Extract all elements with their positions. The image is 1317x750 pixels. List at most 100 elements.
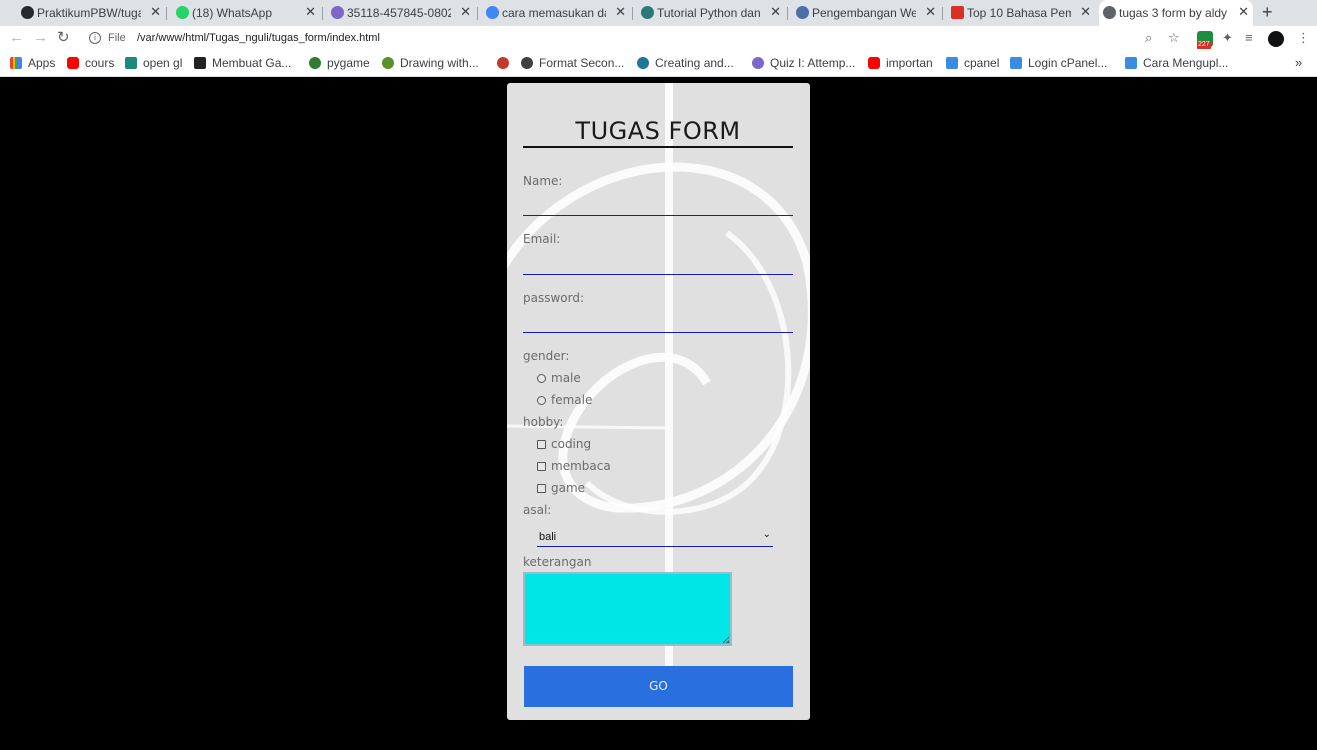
bookmark-cpanel[interactable]: cpanel — [946, 56, 999, 70]
tab-praktikum[interactable]: PraktikumPBW/tuga ✕ — [17, 0, 165, 26]
bookmark-apps[interactable]: Apps — [10, 56, 55, 70]
url-text[interactable]: /var/www/html/Tugas_nguli/tugas_form/ind… — [137, 32, 380, 44]
go-submit-button[interactable]: GO — [524, 666, 793, 707]
back-arrow-icon[interactable]: ← — [9, 30, 24, 46]
asal-select[interactable]: bali ⌄ — [537, 529, 773, 547]
bookmark-login-cpanel[interactable]: Login cPanel... — [1010, 56, 1107, 70]
zoom-icon[interactable]: ⌕ — [1145, 30, 1152, 46]
bookmark-drawing-with[interactable]: Drawing with... — [382, 56, 479, 70]
keterangan-textarea[interactable] — [523, 572, 732, 646]
checkbox[interactable] — [537, 484, 546, 493]
keterangan-label: keterangan — [523, 555, 592, 569]
bookmark-pygame[interactable]: pygame — [309, 56, 370, 70]
tab-label: PraktikumPBW/tuga — [37, 6, 141, 20]
menu-kebab-icon[interactable]: ⋮ — [1297, 31, 1310, 45]
close-icon[interactable]: ✕ — [1238, 5, 1249, 19]
bookmark-label: pygame — [327, 56, 370, 70]
tab-label: Tutorial Python dan — [657, 6, 761, 20]
tab-divider — [166, 7, 167, 20]
page-title: TUGAS FORM — [575, 117, 741, 145]
checkbox[interactable] — [537, 462, 546, 471]
forward-arrow-icon[interactable]: → — [33, 30, 48, 46]
address-bar[interactable]: i File /var/www/html/Tugas_nguli/tugas_f… — [83, 28, 1163, 50]
tab-google-search[interactable]: cara memasukan dat ✕ — [482, 0, 630, 26]
asal-selected-value: bali — [539, 531, 557, 543]
password-label: password: — [523, 291, 585, 305]
password-input[interactable] — [523, 314, 793, 333]
close-icon[interactable]: ✕ — [615, 5, 626, 19]
email-label: Email: — [523, 232, 561, 246]
tab-tutorial-python[interactable]: Tutorial Python dan ✕ — [637, 0, 785, 26]
bookmark-membuat-game[interactable]: Membuat Ga... — [194, 56, 291, 70]
resize-handle-icon[interactable] — [723, 637, 729, 643]
hobby-option-label: membaca — [551, 459, 611, 473]
site-icon — [796, 6, 809, 19]
radio-button[interactable] — [537, 374, 546, 383]
name-input[interactable] — [523, 197, 793, 216]
tab-label: Top 10 Bahasa Pemr — [967, 6, 1071, 20]
close-icon[interactable]: ✕ — [460, 5, 471, 19]
bookmark-label: cours — [85, 56, 115, 70]
page-viewport: TUGAS FORM Name: Email: password: gender… — [0, 77, 1317, 750]
tab-label: tugas 3 form by aldy — [1119, 6, 1227, 20]
extension-badge-count: 227 — [1197, 41, 1211, 49]
radio-button[interactable] — [537, 396, 546, 405]
wordpress-icon — [637, 57, 649, 69]
bookmark-label: Quiz I: Attemp... — [770, 56, 856, 70]
media-queue-icon[interactable]: ≡ — [1245, 31, 1253, 45]
bookmark-label: Cara Mengupl... — [1143, 56, 1229, 70]
info-icon[interactable]: i — [89, 32, 101, 44]
site-icon — [125, 57, 137, 69]
close-icon[interactable]: ✕ — [150, 5, 161, 19]
close-icon[interactable]: ✕ — [925, 5, 936, 19]
puzzle-extensions-icon[interactable]: ✦ — [1222, 31, 1233, 45]
checkbox[interactable] — [537, 440, 546, 449]
close-icon[interactable]: ✕ — [770, 5, 781, 19]
tab-divider — [632, 7, 633, 20]
apps-grid-icon — [10, 57, 22, 69]
bookmarks-bar: Apps cours open gl Membuat Ga... pygame … — [0, 52, 1317, 77]
bookmark-label: open gl — [143, 56, 183, 70]
star-bookmark-icon[interactable]: ☆ — [1168, 31, 1180, 45]
globe-icon — [521, 57, 533, 69]
tab-divider — [477, 7, 478, 20]
close-icon[interactable]: ✕ — [1080, 5, 1091, 19]
reload-icon[interactable]: ↻ — [57, 30, 70, 46]
bookmark-importan[interactable]: importan — [868, 56, 933, 70]
bookmark-open-gl[interactable]: open gl — [125, 56, 182, 70]
tab-pengembangan-web[interactable]: Pengembangan Web ✕ — [792, 0, 940, 26]
new-tab-button[interactable]: + — [1262, 3, 1273, 21]
extension-badge-icon[interactable]: 227 — [1197, 31, 1213, 49]
site-icon — [309, 57, 321, 69]
bookmark-cours[interactable]: cours — [67, 56, 114, 70]
scheme-label: File — [108, 32, 126, 44]
bookmark-format-second[interactable]: Format Secon... — [521, 56, 624, 70]
whatsapp-icon — [176, 6, 189, 19]
bookmark-label: importan — [886, 56, 933, 70]
tab-tugas-form[interactable]: tugas 3 form by aldy ✕ — [1099, 0, 1253, 26]
home-icon — [946, 57, 958, 69]
tab-divider — [322, 7, 323, 20]
close-icon[interactable]: ✕ — [305, 5, 316, 19]
site-icon — [194, 57, 206, 69]
bookmark-label: Membuat Ga... — [212, 56, 292, 70]
bookmarks-overflow-icon[interactable]: » — [1295, 55, 1302, 70]
home-icon — [1010, 57, 1022, 69]
site-icon — [951, 6, 964, 19]
tab-quiz-file[interactable]: 35118-457845-08020 ✕ — [327, 0, 475, 26]
hobby-option-label: coding — [551, 437, 592, 451]
bookmark-creating-and[interactable]: Creating and... — [637, 56, 734, 70]
browser-toolbar: ← → ↻ i File /var/www/html/Tugas_nguli/t… — [0, 26, 1317, 52]
tab-top-10-bahasa[interactable]: Top 10 Bahasa Pemr ✕ — [947, 0, 1095, 26]
hobby-label: hobby: — [523, 415, 564, 429]
bookmark-label: Apps — [28, 56, 56, 70]
bookmark-quiz-attempt[interactable]: Quiz I: Attemp... — [752, 56, 855, 70]
tab-whatsapp[interactable]: (18) WhatsApp ✕ — [172, 0, 320, 26]
profile-avatar[interactable] — [1268, 31, 1284, 47]
email-input[interactable] — [523, 256, 793, 275]
tab-label: (18) WhatsApp — [192, 6, 273, 20]
tab-divider — [942, 7, 943, 20]
bookmark-cara-mengupload[interactable]: Cara Mengupl... — [1125, 56, 1228, 70]
bookmark-label: cpanel — [964, 56, 1000, 70]
gender-option-label: male — [551, 371, 581, 385]
